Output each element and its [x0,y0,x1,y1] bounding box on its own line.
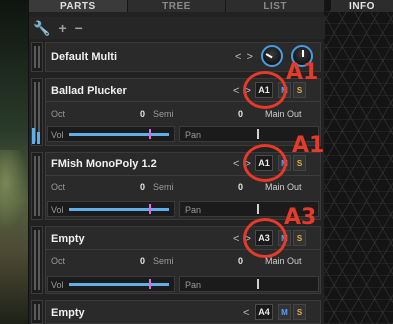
part3-output[interactable]: Main Out [265,256,302,266]
tab-bar: PARTS TREE LIST [29,0,326,12]
part4-handle[interactable] [31,300,43,324]
minus-icon[interactable]: − [75,21,83,35]
part3-vol-label: Vol [51,280,64,290]
part2-semi-label: Semi [153,182,174,192]
annotation-circle-3 [243,218,287,258]
tab-info[interactable]: INFO [331,0,393,12]
multi-name[interactable]: Default Multi [51,51,117,63]
part1-vol-thumb[interactable] [149,129,151,139]
part2-handle[interactable] [31,152,43,220]
part3-name[interactable]: Empty [51,233,85,245]
part2-vol-slider[interactable] [69,208,169,211]
part3-solo-button[interactable]: S [293,230,306,246]
part2-pan-marker[interactable] [257,204,259,214]
wrench-icon[interactable]: 🔧 [33,21,50,35]
annotation-label-2: A1 [292,133,325,158]
annotation-label-1: A1 [286,60,319,85]
part3-vol-slider[interactable] [69,283,169,286]
part3-oct-value[interactable]: 0 [129,256,145,266]
part2-oct-value[interactable]: 0 [129,182,145,192]
part1-vol-label: Vol [51,130,64,140]
part1-name[interactable]: Ballad Plucker [51,85,127,97]
part3-pan-label: Pan [185,280,202,290]
tab-list[interactable]: LIST [226,0,326,12]
annotation-label-3: A3 [284,205,317,230]
part3-vol-thumb[interactable] [149,279,151,289]
part4-mute-button[interactable]: M [278,304,291,320]
part3-handle[interactable] [31,226,43,294]
annotation-circle-2 [243,144,287,182]
part2-semi-value[interactable]: 0 [227,182,243,192]
part1-semi-value[interactable]: 0 [227,109,243,119]
part4-name[interactable]: Empty [51,307,85,319]
part1-pan-label: Pan [185,130,202,140]
parts-toolbar: 🔧 + − [29,17,325,39]
part2-name[interactable]: FMish MonoPoly 1.2 [51,158,157,170]
multi-handle[interactable] [31,42,43,72]
part2-oct-label: Oct [51,182,66,192]
part1-oct-label: Oct [51,109,66,119]
part4-channel[interactable]: A4 [255,304,273,320]
part3-pan-marker[interactable] [257,279,259,289]
part2-output[interactable]: Main Out [265,182,302,192]
part3-semi-value[interactable]: 0 [227,256,243,266]
tab-tree[interactable]: TREE [127,0,227,12]
plus-icon[interactable]: + [58,21,66,35]
part1-output[interactable]: Main Out [265,109,302,119]
multi-nav-arrows[interactable]: < > [235,51,254,63]
part1-vu-meter [32,128,35,144]
part2-vol-thumb[interactable] [149,204,151,214]
part2-pan-label: Pan [185,205,202,215]
part1-oct-value[interactable]: 0 [129,109,145,119]
multi-knob-1[interactable] [261,45,283,67]
part1-vol-slider[interactable] [69,133,169,136]
part1-semi-label: Semi [153,109,174,119]
part1-vu-meter-2 [37,132,40,144]
annotation-circle-1 [243,71,287,109]
part3-semi-label: Semi [153,256,174,266]
part1-pan-marker[interactable] [257,129,259,139]
part3-oct-label: Oct [51,256,66,266]
tab-parts[interactable]: PARTS [29,0,128,12]
part2-vol-label: Vol [51,205,64,215]
part4-nav-arrows[interactable]: < [243,307,250,319]
background-scenery [0,0,28,324]
part4-solo-button[interactable]: S [293,304,306,320]
background-pattern [324,0,393,324]
